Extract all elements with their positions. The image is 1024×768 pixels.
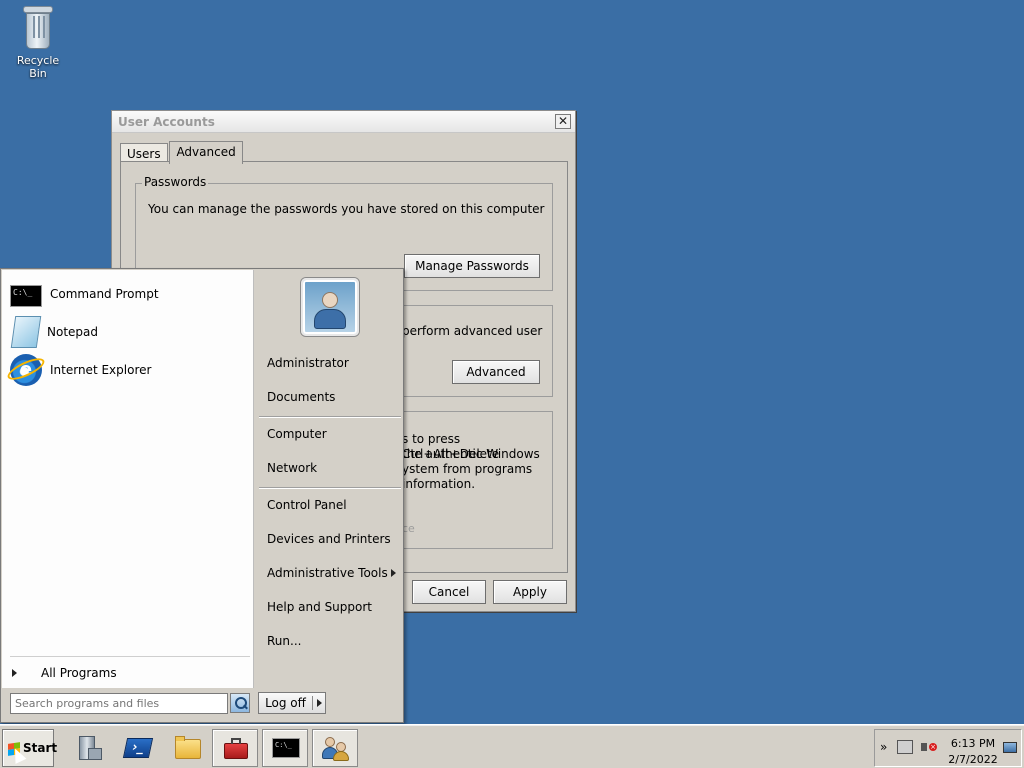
manage-passwords-button[interactable]: Manage Passwords bbox=[404, 254, 540, 278]
search-icon[interactable] bbox=[230, 693, 250, 713]
toolbox-icon bbox=[221, 734, 251, 762]
search-input[interactable] bbox=[10, 693, 228, 714]
clock-date: 2/7/2022 bbox=[948, 753, 998, 766]
submenu-arrow-icon bbox=[391, 569, 396, 577]
taskbar-command-prompt[interactable]: C:\_ bbox=[262, 729, 308, 767]
start-menu-footer: Log off bbox=[2, 688, 404, 722]
chevron-right-icon bbox=[316, 699, 322, 707]
show-hidden-icons-button[interactable]: » bbox=[880, 740, 887, 754]
log-off-label: Log off bbox=[259, 696, 313, 710]
apply-button[interactable]: Apply bbox=[493, 580, 567, 604]
places-separator bbox=[259, 416, 401, 417]
cancel-button[interactable]: Cancel bbox=[412, 580, 486, 604]
folder-icon bbox=[173, 734, 203, 762]
system-clock[interactable]: 6:13 PM 2/7/2022 bbox=[945, 736, 1001, 768]
shutdown-options-arrow[interactable] bbox=[313, 699, 325, 707]
program-label: Command Prompt bbox=[50, 287, 159, 301]
start-menu-programs-pane: C:\_ Command Prompt Notepad e Internet E… bbox=[2, 270, 254, 688]
advanced-button[interactable]: Advanced bbox=[452, 360, 540, 384]
passwords-description: You can manage the passwords you have st… bbox=[148, 202, 545, 216]
internet-explorer-icon: e bbox=[4, 354, 48, 386]
all-programs-label: All Programs bbox=[41, 666, 117, 680]
powershell-icon: ›_ bbox=[122, 734, 154, 762]
start-item-administrator[interactable]: Administrator bbox=[267, 356, 349, 370]
places-separator bbox=[259, 487, 401, 488]
start-menu: C:\_ Command Prompt Notepad e Internet E… bbox=[0, 268, 404, 723]
recycle-bin-shortcut[interactable]: Recycle Bin bbox=[8, 6, 68, 80]
passwords-group-title: Passwords bbox=[142, 175, 209, 189]
recycle-bin-label: Recycle Bin bbox=[16, 54, 60, 80]
start-menu-places-pane: Administrator Documents Computer Network… bbox=[255, 270, 403, 688]
secure-logon-line-3: ystem from programs bbox=[402, 462, 533, 476]
taskbar-file-explorer[interactable] bbox=[164, 729, 210, 767]
secure-logon-line-2: the authentic Windows bbox=[402, 447, 540, 461]
taskbar-server-manager[interactable] bbox=[64, 729, 110, 767]
chevron-right-icon bbox=[12, 669, 17, 677]
start-item-network[interactable]: Network bbox=[267, 461, 317, 475]
program-label: Notepad bbox=[47, 325, 98, 339]
program-notepad[interactable]: Notepad bbox=[10, 314, 250, 350]
program-label: Internet Explorer bbox=[50, 363, 152, 377]
start-button[interactable]: Start bbox=[2, 729, 58, 767]
notification-area: » × 6:13 PM 2/7/2022 bbox=[874, 729, 1022, 767]
show-desktop-icon[interactable] bbox=[1003, 742, 1017, 753]
tab-advanced[interactable]: Advanced bbox=[169, 141, 243, 164]
advanced-user-description: perform advanced user bbox=[402, 324, 543, 338]
start-item-documents[interactable]: Documents bbox=[267, 390, 335, 404]
start-item-administrative-tools[interactable]: Administrative Tools bbox=[267, 566, 388, 580]
secure-logon-line-4: information. bbox=[402, 477, 476, 491]
start-label: Start bbox=[23, 741, 58, 755]
command-prompt-icon: C:\_ bbox=[271, 734, 301, 762]
programs-separator bbox=[10, 656, 250, 657]
start-item-devices-printers[interactable]: Devices and Printers bbox=[267, 532, 391, 546]
taskbar-powershell[interactable]: ›_ bbox=[114, 729, 160, 767]
server-manager-icon bbox=[73, 734, 103, 762]
recycle-bin-icon bbox=[21, 6, 55, 50]
clock-time: 6:13 PM bbox=[950, 737, 996, 750]
log-off-button[interactable]: Log off bbox=[258, 692, 326, 714]
user-avatar[interactable] bbox=[301, 278, 359, 336]
taskbar-user-accounts[interactable] bbox=[312, 729, 358, 767]
tab-strip: Users Advanced bbox=[120, 141, 243, 164]
window-title[interactable]: User Accounts bbox=[112, 111, 575, 133]
network-icon[interactable] bbox=[897, 740, 913, 754]
start-item-control-panel[interactable]: Control Panel bbox=[267, 498, 347, 512]
taskbar: Start ›_ C:\_ » × 6:13 PM 2/7/2022 bbox=[0, 724, 1024, 768]
users-icon bbox=[321, 734, 351, 762]
program-internet-explorer[interactable]: e Internet Explorer bbox=[4, 352, 250, 388]
program-command-prompt[interactable]: C:\_ Command Prompt bbox=[10, 276, 250, 312]
close-button[interactable]: ✕ bbox=[555, 114, 571, 129]
taskbar-toolbox-app[interactable] bbox=[212, 729, 258, 767]
volume-muted-icon[interactable]: × bbox=[921, 739, 937, 755]
all-programs-item[interactable]: All Programs bbox=[12, 666, 117, 680]
start-item-run[interactable]: Run... bbox=[267, 634, 301, 648]
start-item-help-support[interactable]: Help and Support bbox=[267, 600, 372, 614]
notepad-icon bbox=[10, 316, 42, 348]
command-prompt-icon: C:\_ bbox=[10, 285, 42, 307]
start-item-computer[interactable]: Computer bbox=[267, 427, 327, 441]
